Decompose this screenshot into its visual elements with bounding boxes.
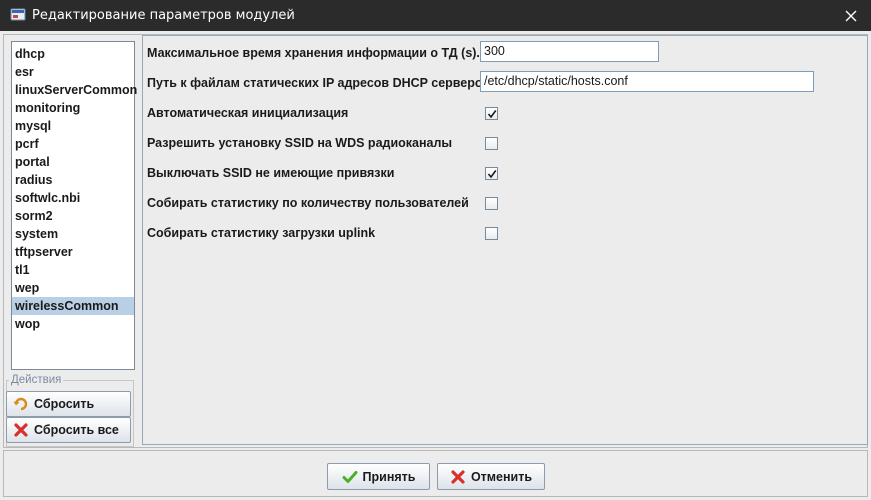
auto-init-checkbox[interactable] [485, 107, 498, 120]
delete-icon [451, 469, 465, 484]
auto-init-label: Автоматическая инициализация [147, 106, 349, 120]
window-title: Редактирование параметров модулей [32, 8, 295, 23]
reset-button[interactable]: Сбросить [6, 391, 131, 417]
module-item-linuxservercommon[interactable]: linuxServerCommon [12, 81, 137, 99]
undo-icon [13, 397, 28, 411]
module-item-esr[interactable]: esr [12, 63, 134, 81]
module-item-sorm2[interactable]: sorm2 [12, 207, 134, 225]
wds-ssid-label: Разрешить установку SSID на WDS радиокан… [147, 136, 453, 150]
user-stats-checkbox[interactable] [485, 197, 498, 210]
dialog-body: dhcp esr linuxServerCommon monitoring my… [1, 31, 870, 499]
check-icon [342, 470, 358, 483]
module-item-wirelesscommon[interactable]: wirelessCommon [12, 297, 134, 315]
cancel-button[interactable]: Отменить [437, 463, 545, 490]
module-item-system[interactable]: system [12, 225, 134, 243]
accept-button-label: Принять [362, 469, 416, 484]
reset-all-button-label: Сбросить все [34, 423, 119, 437]
wds-ssid-checkbox[interactable] [485, 137, 498, 150]
dhcp-path-label: Путь к файлам статических IP адресов DHC… [147, 76, 494, 90]
disable-ssid-checkbox[interactable] [485, 167, 498, 180]
module-item-mysql[interactable]: mysql [12, 117, 134, 135]
module-item-radius[interactable]: radius [12, 171, 134, 189]
module-item-dhcp[interactable]: dhcp [12, 45, 134, 63]
reset-button-label: Сбросить [34, 397, 95, 411]
max-time-label: Максимальное время хранения информации о… [147, 46, 480, 60]
max-time-input[interactable]: 300 [480, 41, 659, 62]
module-item-wep[interactable]: wep [12, 279, 134, 297]
close-button[interactable] [831, 0, 871, 31]
module-item-tl1[interactable]: tl1 [12, 261, 134, 279]
delete-icon [14, 423, 28, 437]
checkmark-icon [487, 169, 496, 178]
uplink-stats-checkbox[interactable] [485, 227, 498, 240]
module-list[interactable]: dhcp esr linuxServerCommon monitoring my… [11, 41, 137, 370]
accept-button[interactable]: Принять [327, 463, 430, 490]
dhcp-path-input[interactable]: /etc/dhcp/static/hosts.conf [480, 71, 814, 92]
actions-legend: Действия [9, 374, 64, 386]
module-item-portal[interactable]: portal [12, 153, 134, 171]
button-bar [3, 450, 868, 497]
module-item-softwlc-nbi[interactable]: softwlc.nbi [12, 189, 134, 207]
module-item-monitoring[interactable]: monitoring [12, 99, 134, 117]
module-item-pcrf[interactable]: pcrf [12, 135, 134, 153]
title-bar[interactable]: Редактирование параметров модулей [0, 0, 871, 31]
user-stats-label: Собирать статистику по количеству пользо… [147, 196, 469, 210]
dialog-window: Редактирование параметров модулей dhcp e… [0, 0, 871, 500]
uplink-stats-label: Собирать статистику загрузки uplink [147, 226, 376, 240]
close-icon [845, 10, 857, 21]
module-item-tftpserver[interactable]: tftpserver [12, 243, 134, 261]
app-icon [10, 8, 26, 21]
reset-all-button[interactable]: Сбросить все [6, 417, 131, 443]
checkmark-icon [487, 109, 496, 118]
disable-ssid-label: Выключать SSID не имеющие привязки [147, 166, 395, 180]
module-item-wop[interactable]: wop [12, 315, 134, 333]
settings-panel: Максимальное время хранения информации о… [142, 35, 868, 445]
cancel-button-label: Отменить [470, 469, 533, 484]
